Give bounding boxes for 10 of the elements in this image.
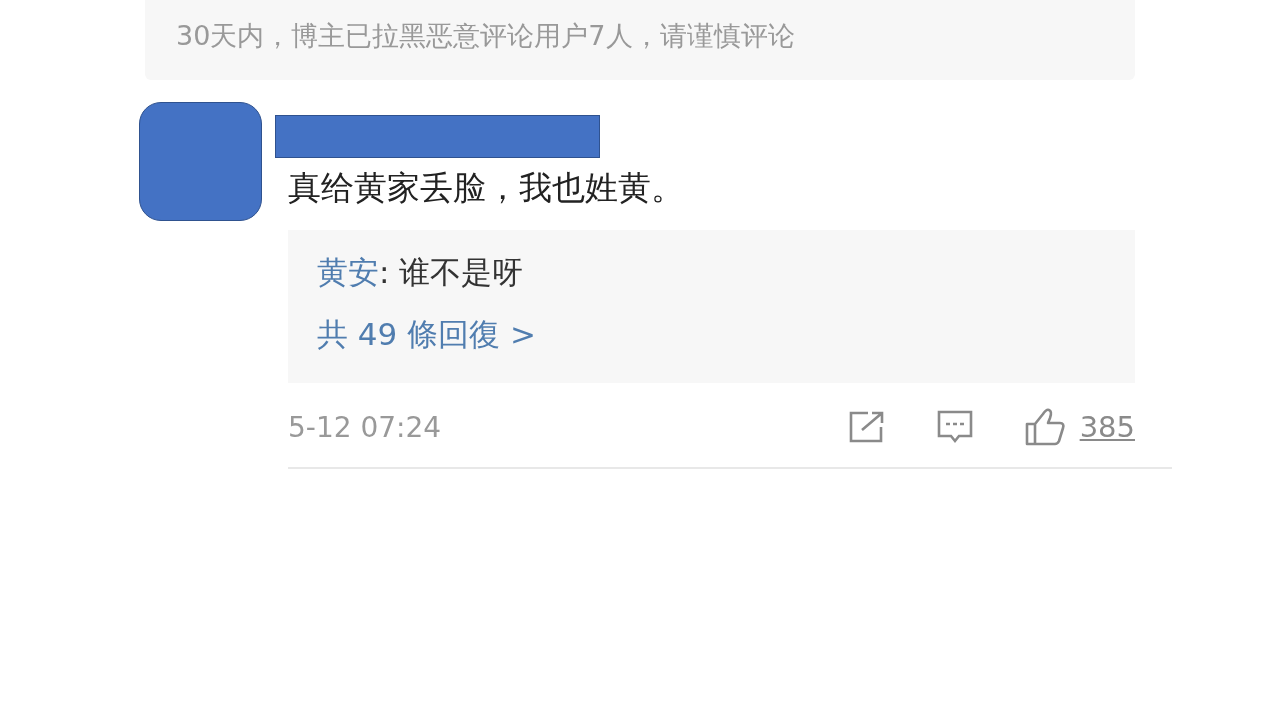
- notice-text: 30天内，博主已拉黑恶意评论用户7人，请谨慎评论: [176, 20, 795, 51]
- share-icon[interactable]: [847, 410, 886, 444]
- like-count-link[interactable]: 385: [1079, 410, 1135, 444]
- comment-time: 5-12 07:24: [288, 410, 442, 444]
- reply-text: : 谁不是呀: [379, 254, 524, 290]
- reply-count-link[interactable]: 共 49 條回復 >: [317, 314, 536, 354]
- reply-author-link[interactable]: 黄安: [317, 254, 379, 290]
- thumbs-up-icon[interactable]: [1023, 407, 1066, 447]
- comment-text: 真给黄家丢脸，我也姓黄。: [288, 167, 685, 209]
- comment-icon[interactable]: [935, 409, 974, 445]
